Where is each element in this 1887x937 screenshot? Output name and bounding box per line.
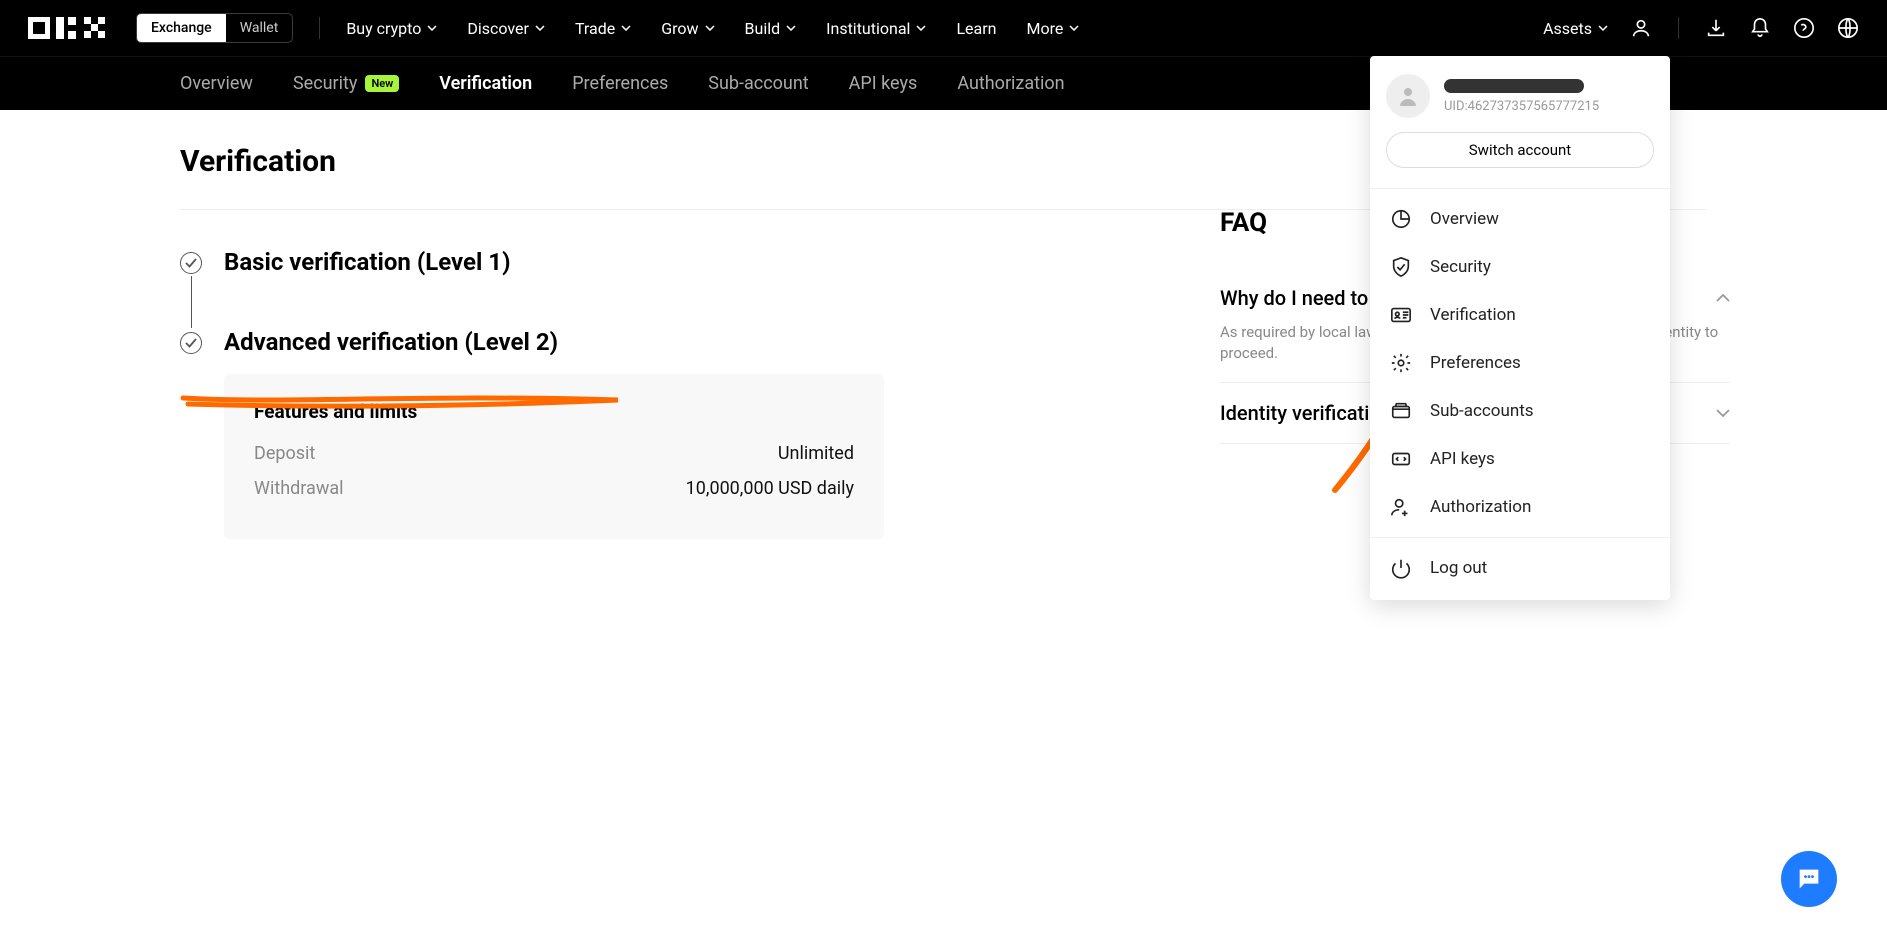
chevron-down-icon [916,25,926,31]
nav-learn[interactable]: Learn [956,19,996,38]
divider [1678,17,1679,39]
subnav-security[interactable]: Security New [293,73,399,94]
toggle-exchange[interactable]: Exchange [137,14,226,42]
dropdown-sub-accounts[interactable]: Sub-accounts [1386,387,1654,435]
nav-build[interactable]: Build [745,19,797,38]
switch-account-button[interactable]: Switch account [1386,132,1654,168]
nav-institutional[interactable]: Institutional [826,19,926,38]
features-card: Features and limits Deposit Unlimited Wi… [224,374,884,539]
chevron-down-icon [621,25,631,31]
person-auth-icon [1390,496,1412,518]
user-uid: UID:462737357565777215 [1444,99,1599,114]
chevron-up-icon [1716,294,1730,302]
card-heading: Features and limits [254,400,854,423]
chevron-down-icon [705,25,715,31]
chat-fab[interactable] [1781,851,1837,907]
shield-icon [1390,256,1412,278]
top-header: Exchange Wallet Buy crypto Discover Trad… [0,0,1887,56]
subnav-verification[interactable]: Verification [439,73,532,94]
row-label: Deposit [254,443,315,464]
nav-buy-crypto[interactable]: Buy crypto [346,19,437,38]
power-icon [1390,557,1412,579]
subnav-preferences[interactable]: Preferences [572,73,668,94]
card-row-deposit: Deposit Unlimited [254,443,854,464]
chart-icon [1390,208,1412,230]
subnav-authorization[interactable]: Authorization [957,73,1064,94]
chevron-down-icon [535,25,545,31]
user-dropdown: UID:462737357565777215 Switch account Ov… [1370,56,1670,600]
okx-logo[interactable] [28,13,118,43]
level-connector [191,276,192,328]
gear-icon [1390,352,1412,374]
dropdown-overview[interactable]: Overview [1386,195,1654,243]
subnav-overview[interactable]: Overview [180,73,253,94]
dropdown-preferences[interactable]: Preferences [1386,339,1654,387]
subnav-api-keys[interactable]: API keys [849,73,918,94]
username-redacted [1444,79,1584,93]
row-value: 10,000,000 USD daily [686,478,854,499]
download-icon[interactable] [1705,17,1727,39]
nav-assets[interactable]: Assets [1543,19,1608,38]
dropdown-security[interactable]: Security [1386,243,1654,291]
chevron-down-icon [1069,25,1079,31]
subnav-sub-account[interactable]: Sub-account [708,73,808,94]
card-row-withdrawal: Withdrawal 10,000,000 USD daily [254,478,854,499]
nav-trade[interactable]: Trade [575,19,631,38]
nav-discover[interactable]: Discover [467,19,545,38]
dropdown-logout[interactable]: Log out [1386,544,1654,592]
help-icon[interactable] [1793,17,1815,39]
divider [1370,537,1670,538]
row-label: Withdrawal [254,478,344,499]
chat-icon [1795,865,1823,893]
toggle-wallet[interactable]: Wallet [226,14,293,42]
new-badge: New [365,75,399,92]
code-icon [1390,448,1412,470]
level-2-title: Advanced verification (Level 2) [224,328,558,356]
profile-icon[interactable] [1630,17,1652,39]
divider [1370,188,1670,189]
nav-more[interactable]: More [1027,19,1080,38]
chevron-down-icon [786,25,796,31]
dropdown-user-block: UID:462737357565777215 [1386,74,1654,118]
nav-grow[interactable]: Grow [661,19,714,38]
bell-icon[interactable] [1749,17,1771,39]
dropdown-api-keys[interactable]: API keys [1386,435,1654,483]
check-icon [180,252,202,274]
globe-icon[interactable] [1837,17,1859,39]
wallet-icon [1390,400,1412,422]
mode-toggle: Exchange Wallet [136,13,293,43]
chevron-down-icon [427,25,437,31]
level-1-title: Basic verification (Level 1) [224,248,511,276]
row-value: Unlimited [778,443,854,464]
dropdown-verification[interactable]: Verification [1386,291,1654,339]
main-nav: Buy crypto Discover Trade Grow Build Ins… [346,19,1079,38]
header-right: Assets [1543,17,1859,39]
idcard-icon [1390,304,1412,326]
avatar [1386,74,1430,118]
dropdown-authorization[interactable]: Authorization [1386,483,1654,531]
chevron-down-icon [1716,409,1730,417]
divider [319,17,320,39]
chevron-down-icon [1598,25,1608,31]
check-icon [180,332,202,354]
